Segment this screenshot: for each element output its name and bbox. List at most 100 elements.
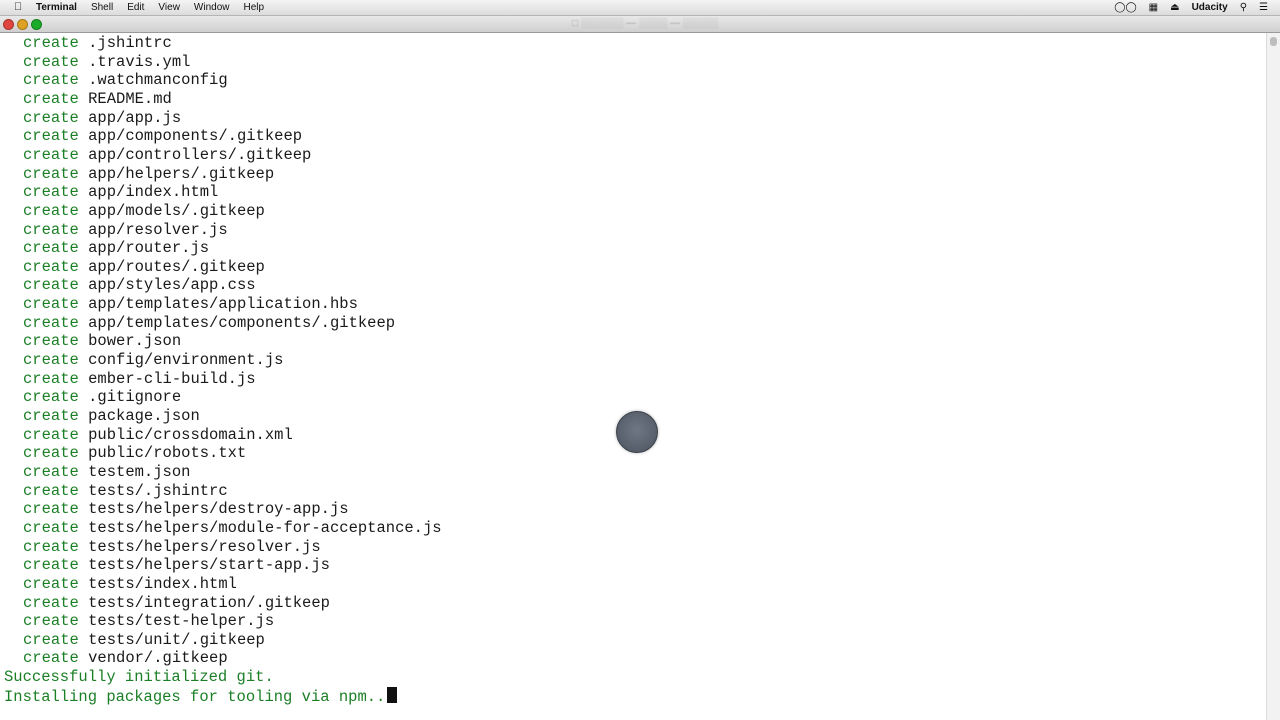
menu-terminal[interactable]: Terminal — [36, 0, 77, 15]
terminal-line: create README.md — [23, 90, 172, 109]
create-verb: create — [23, 201, 79, 220]
file-path: tests/.jshintrc — [88, 481, 228, 500]
window-controls — [3, 19, 45, 30]
file-path: app/index.html — [88, 183, 219, 202]
terminal-cursor — [387, 686, 398, 703]
glasses-icon[interactable]: ◯◯ — [1114, 0, 1136, 15]
create-verb: create — [23, 71, 79, 90]
file-path: app/styles/app.css — [88, 276, 256, 295]
create-verb: create — [23, 257, 79, 276]
create-verb: create — [23, 164, 79, 183]
terminal-line: create tests/integration/.gitkeep — [23, 594, 330, 613]
search-icon[interactable]: ⚲ — [1240, 0, 1247, 15]
calendar-icon[interactable]: ▦ — [1149, 0, 1158, 15]
terminal-line: create tests/index.html — [23, 575, 237, 594]
terminal-output[interactable]: create .jshintrc create .travis.yml create… — [0, 33, 1266, 720]
menubar-status-area: ◯◯ ▦ ⏏ Udacity ⚲ ☰ — [1114, 0, 1280, 15]
file-path: public/robots.txt — [88, 444, 247, 463]
terminal-line: create tests/helpers/resolver.js — [23, 538, 321, 557]
terminal-line: create app/styles/app.css — [23, 276, 256, 295]
file-path: tests/helpers/module-for-acceptance.js — [88, 518, 442, 537]
terminal-line: create vendor/.gitkeep — [23, 649, 228, 668]
terminal-line: create app/router.js — [23, 239, 209, 258]
file-path: tests/index.html — [88, 574, 237, 593]
terminal-line: create app/controllers/.gitkeep — [23, 146, 311, 165]
apple-icon[interactable]:  — [14, 0, 26, 15]
terminal-line: create .gitignore — [23, 388, 181, 407]
progress-text: Installing packages for tooling via npm.… — [4, 687, 386, 706]
npm-install-progress: Installing packages for tooling via npm.… — [4, 686, 398, 706]
menu-edit[interactable]: Edit — [127, 0, 144, 15]
create-verb: create — [23, 369, 79, 388]
menu-view[interactable]: View — [158, 0, 180, 15]
zoom-button[interactable] — [31, 19, 42, 30]
create-verb: create — [23, 407, 79, 425]
terminal-line: create app/app.js — [23, 109, 181, 128]
create-verb: create — [23, 630, 79, 649]
create-verb: create — [23, 518, 79, 537]
file-path: package.json — [88, 407, 200, 425]
terminal-line: create .jshintrc — [23, 34, 172, 53]
create-verb: create — [23, 612, 79, 631]
create-verb: create — [23, 649, 79, 668]
menu-window[interactable]: Window — [194, 0, 230, 15]
file-path: tests/unit/.gitkeep — [88, 630, 265, 649]
file-path: app/helpers/.gitkeep — [88, 164, 275, 183]
terminal-scrollbar[interactable] — [1266, 33, 1280, 720]
file-path: testem.json — [88, 462, 191, 481]
create-verb: create — [23, 388, 79, 407]
file-path: .travis.yml — [88, 52, 191, 71]
create-verb: create — [23, 183, 79, 202]
mouse-cursor-highlight — [616, 411, 658, 453]
create-verb: create — [23, 537, 79, 556]
file-path: app/resolver.js — [88, 220, 228, 239]
create-verb: create — [23, 351, 79, 370]
terminal-line: create tests/helpers/start-app.js — [23, 556, 330, 575]
file-path: config/environment.js — [88, 351, 284, 370]
terminal-line: create app/templates/application.hbs — [23, 295, 358, 314]
terminal-line: create app/templates/components/.gitkeep — [23, 314, 395, 333]
file-path: vendor/.gitkeep — [88, 649, 228, 668]
create-verb: create — [23, 108, 79, 127]
create-verb: create — [23, 52, 79, 71]
file-path: tests/integration/.gitkeep — [88, 593, 330, 612]
terminal-line: create tests/helpers/destroy-app.js — [23, 500, 349, 519]
terminal-line: create ember-cli-build.js — [23, 370, 256, 389]
create-verb: create — [23, 276, 79, 295]
create-verb: create — [23, 444, 79, 463]
create-verb: create — [23, 500, 79, 519]
file-path: .gitignore — [88, 388, 182, 407]
file-path: tests/helpers/resolver.js — [88, 537, 321, 556]
create-verb: create — [23, 593, 79, 612]
file-path: bower.json — [88, 332, 182, 351]
create-verb: create — [23, 239, 79, 258]
terminal-line: create app/helpers/.gitkeep — [23, 165, 274, 184]
user-name[interactable]: Udacity — [1192, 0, 1228, 15]
list-icon[interactable]: ☰ — [1259, 0, 1268, 15]
file-path: app/templates/components/.gitkeep — [88, 313, 396, 332]
file-path: app/models/.gitkeep — [88, 201, 265, 220]
terminal-line: create .travis.yml — [23, 53, 190, 72]
terminal-line: create public/robots.txt — [23, 444, 246, 463]
eject-icon[interactable]: ⏏ — [1170, 0, 1179, 15]
menu-help[interactable]: Help — [244, 0, 265, 15]
file-path: tests/test-helper.js — [88, 612, 275, 631]
file-path: README.md — [88, 89, 172, 108]
create-verb: create — [23, 481, 79, 500]
terminal-line: create public/crossdomain.xml — [23, 426, 293, 445]
menu-bar:  Terminal Shell Edit View Window Help ◯… — [0, 0, 1280, 16]
menu-shell[interactable]: Shell — [91, 0, 113, 15]
close-button[interactable] — [3, 19, 14, 30]
terminal-line: create app/resolver.js — [23, 221, 228, 240]
terminal-line: create bower.json — [23, 332, 181, 351]
window-title-bar[interactable]: □ ░░░░░░ — ░░░░ — ░░░░░ — [0, 16, 1280, 33]
create-verb: create — [23, 313, 79, 332]
file-path: app/controllers/.gitkeep — [88, 145, 312, 164]
create-verb: create — [23, 295, 79, 314]
minimize-button[interactable] — [17, 19, 28, 30]
terminal-line: create tests/unit/.gitkeep — [23, 631, 265, 650]
git-init-status: Successfully initialized git. — [4, 668, 274, 687]
scrollbar-thumb[interactable] — [1270, 37, 1277, 46]
terminal-line: create tests/helpers/module-for-acceptan… — [23, 519, 442, 538]
terminal-line: create package.json — [23, 407, 200, 426]
